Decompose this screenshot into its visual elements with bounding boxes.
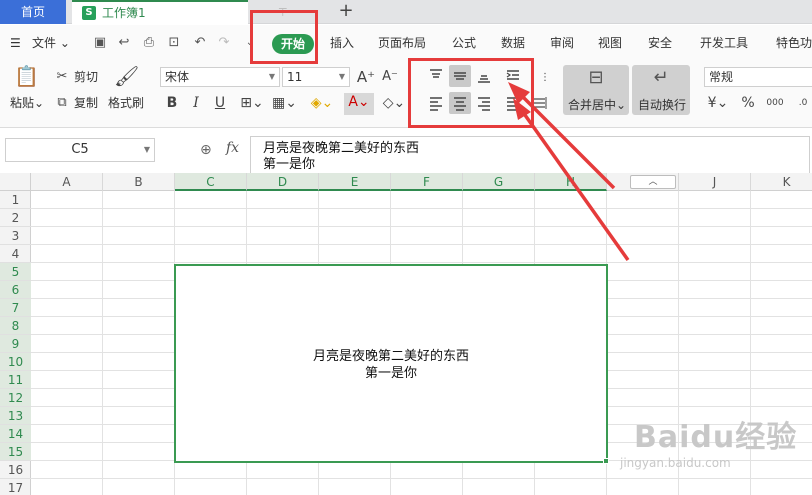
baidu-watermark: Baidu经验 jingyan.baidu.com (618, 412, 798, 482)
watermark-brand: Baidu经验 (634, 420, 798, 455)
watermark-url: jingyan.baidu.com (620, 456, 731, 470)
